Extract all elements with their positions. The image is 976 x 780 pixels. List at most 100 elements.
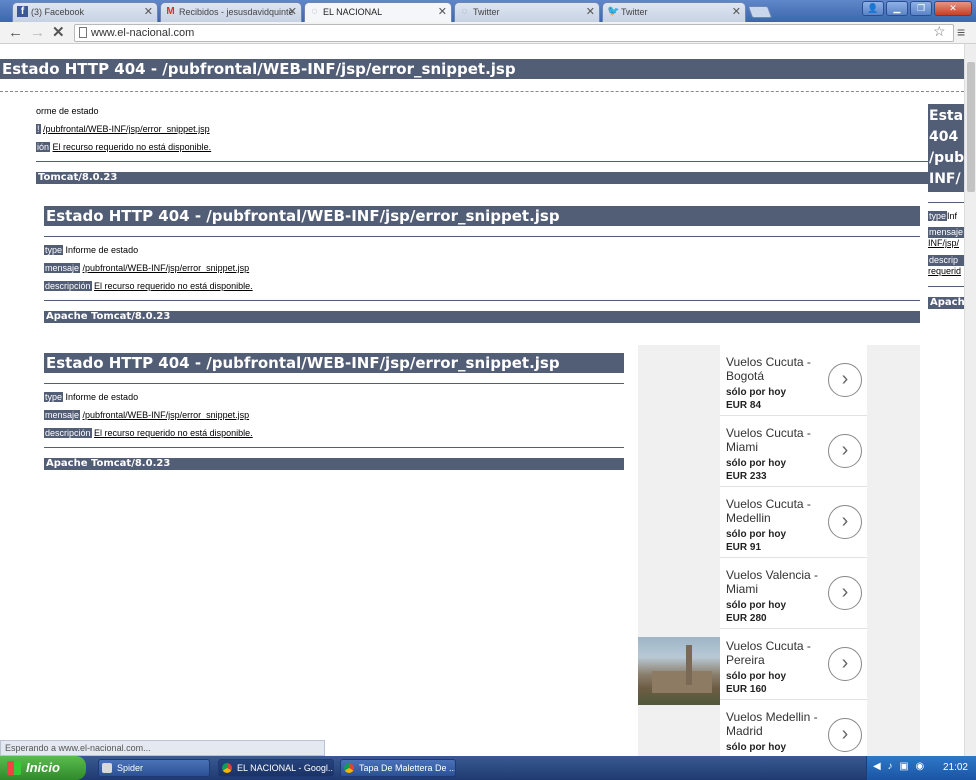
heading-line: /pub xyxy=(929,150,964,166)
gmail-icon: M xyxy=(166,6,175,17)
tray-icons[interactable]: ◀ ♪ ▣ ◉ xyxy=(873,761,926,772)
ad-title: Vuelos Cucuta - Miami xyxy=(726,426,811,454)
divider xyxy=(0,91,964,92)
divider xyxy=(44,300,920,301)
chevron-right-icon[interactable]: › xyxy=(828,576,862,610)
description-text: El recurso requerido no está disponible. xyxy=(94,281,253,291)
ad-item[interactable]: Vuelos Cucuta - Medellin sólo por hoy EU… xyxy=(720,487,867,558)
taskbar-item-chrome[interactable]: EL NACIONAL - Googl... xyxy=(218,759,334,777)
type-label: type xyxy=(44,245,64,255)
chevron-right-icon[interactable]: › xyxy=(828,363,862,397)
taskbar: Inicio Spider EL NACIONAL - Googl... Tap… xyxy=(0,756,976,780)
ad-price: EUR 160 xyxy=(726,684,767,695)
error-heading: Esta 404 /pub INF/ xyxy=(928,104,964,192)
tab-twitter-1[interactable]: ◌ Twitter ✕ xyxy=(454,2,600,22)
chevron-right-icon[interactable]: › xyxy=(828,505,862,539)
description-text: El recurso requerido no está disponible. xyxy=(94,428,253,438)
message-label: ! xyxy=(36,124,41,134)
tab-el-nacional[interactable]: ◌ EL NACIONAL ✕ xyxy=(304,2,452,22)
start-button[interactable]: Inicio xyxy=(0,756,86,780)
stop-icon[interactable]: ✕ xyxy=(52,24,65,42)
type-text: Informe de estado xyxy=(65,245,139,255)
chevron-right-icon[interactable]: › xyxy=(828,647,862,681)
window-controls: 👤 ▁ ❐ ✕ xyxy=(862,1,972,16)
minimize-icon[interactable]: ▁ xyxy=(886,1,908,16)
heading-line: INF/ xyxy=(929,171,961,187)
divider xyxy=(44,383,624,384)
close-icon[interactable]: ✕ xyxy=(438,3,447,21)
tab-facebook[interactable]: f (3) Facebook ✕ xyxy=(12,2,158,22)
ad-title: Vuelos Cucuta - Medellin xyxy=(726,497,811,525)
restore-icon[interactable]: ❐ xyxy=(910,1,932,16)
footer-bar: Apache Tomcat/8.0.23 xyxy=(44,311,920,323)
error-block-inner: Estado HTTP 404 - /pubfrontal/WEB-INF/js… xyxy=(44,353,624,470)
twitter-icon: 🐦 xyxy=(607,6,620,17)
type-row: type Informe de estado xyxy=(44,245,920,255)
chrome-icon xyxy=(222,763,232,773)
page-icon: ◌ xyxy=(461,6,468,17)
footer-bar: Apache xyxy=(928,297,964,309)
close-icon[interactable]: ✕ xyxy=(732,3,741,21)
error-block-outer: Estado HTTP 404 - /pubfrontal/WEB-INF/js… xyxy=(0,59,964,79)
ad-item[interactable]: Vuelos Cucuta - Miami sólo por hoy EUR 2… xyxy=(720,416,867,487)
ad-item[interactable]: Vuelos Cucuta - Bogotá sólo por hoy EUR … xyxy=(720,345,867,416)
footer-text: Apache Tomcat/8.0.23 xyxy=(46,311,171,322)
page-icon: ◌ xyxy=(311,6,318,17)
error-block-right: Esta 404 /pub INF/ typeInf mensaje INF/j… xyxy=(928,104,964,309)
ad-title: Vuelos Valencia - Miami xyxy=(726,568,819,596)
tab-twitter-2[interactable]: 🐦 Twitter ✕ xyxy=(602,2,746,22)
description-row: descripción El recurso requerido no está… xyxy=(44,281,920,291)
close-window-icon[interactable]: ✕ xyxy=(934,1,972,16)
description-label: descripción xyxy=(44,428,92,438)
user-icon[interactable]: 👤 xyxy=(862,1,884,16)
heading-line: 404 xyxy=(929,129,959,145)
ad-title: Vuelos Cucuta - Bogotá xyxy=(726,355,811,383)
chevron-right-icon[interactable]: › xyxy=(828,718,862,752)
error-heading: Estado HTTP 404 - /pubfrontal/WEB-INF/js… xyxy=(0,59,964,79)
chevron-right-icon[interactable]: › xyxy=(828,434,862,468)
ad-list: Vuelos Cucuta - Bogotá sólo por hoy EUR … xyxy=(720,345,867,756)
ad-item[interactable]: Vuelos Valencia - Miami sólo por hoy EUR… xyxy=(720,558,867,629)
ad-title: Vuelos Cucuta - Pereira xyxy=(726,639,811,667)
ad-price: EUR 84 xyxy=(726,400,762,411)
forward-icon[interactable]: → xyxy=(30,24,45,42)
divider xyxy=(928,286,964,287)
footer-bar: Tomcat/8.0.23 xyxy=(36,172,928,184)
new-tab-button[interactable] xyxy=(747,6,773,18)
type-row: typeInf xyxy=(928,211,964,221)
vertical-scrollbar[interactable] xyxy=(964,44,976,756)
error-details-outer: orme de estado ! /pubfrontal/WEB-INF/jsp… xyxy=(36,100,928,184)
message-text: /pubfrontal/WEB-INF/jsp/error_snippet.js… xyxy=(82,410,250,420)
error-heading: Estado HTTP 404 - /pubfrontal/WEB-INF/js… xyxy=(44,353,624,373)
tab-gmail[interactable]: M Recibidos - jesusdavidquinte ✕ xyxy=(160,2,302,22)
browser-toolbar: ← → ✕ www.el-nacional.com ☆ ≡ xyxy=(0,22,976,44)
task-label: Tapa De Malettera De ... xyxy=(359,763,456,773)
address-bar[interactable]: www.el-nacional.com xyxy=(74,24,954,42)
status-text: Esperando a www.el-nacional.com... xyxy=(5,743,151,753)
flight-ads-panel: Vuelos Cucuta - Bogotá sólo por hoy EUR … xyxy=(638,345,920,756)
type-label: type xyxy=(928,211,948,221)
divider xyxy=(44,447,624,448)
scrollbar-thumb[interactable] xyxy=(967,62,975,192)
divider xyxy=(36,161,928,162)
tab-title: EL NACIONAL xyxy=(323,7,383,17)
divider xyxy=(44,236,920,237)
clock: 21:02 xyxy=(942,762,968,773)
close-icon[interactable]: ✕ xyxy=(288,3,297,21)
page-icon xyxy=(79,27,87,38)
taskbar-item-chrome-2[interactable]: Tapa De Malettera De ... xyxy=(340,759,456,777)
description-text: requerid xyxy=(928,266,962,276)
menu-icon[interactable]: ≡ xyxy=(957,24,965,40)
back-icon[interactable]: ← xyxy=(8,24,23,42)
message-label: mensaje xyxy=(44,410,81,420)
taskbar-item-spider[interactable]: Spider xyxy=(98,759,210,777)
ad-item[interactable]: Vuelos Cucuta - Pereira sólo por hoy EUR… xyxy=(720,629,867,700)
close-icon[interactable]: ✕ xyxy=(586,3,595,21)
description-text: El recurso requerido no está disponible. xyxy=(52,142,212,152)
bookmark-star-icon[interactable]: ☆ xyxy=(933,23,946,40)
status-bubble: Esperando a www.el-nacional.com... xyxy=(0,740,325,756)
message-row: mensaje /pubfrontal/WEB-INF/jsp/error_sn… xyxy=(44,263,920,273)
close-icon[interactable]: ✕ xyxy=(144,3,153,21)
type-row: orme de estado xyxy=(36,106,928,116)
ad-item[interactable]: Vuelos Medellin - Madrid sólo por hoy › xyxy=(720,700,867,756)
